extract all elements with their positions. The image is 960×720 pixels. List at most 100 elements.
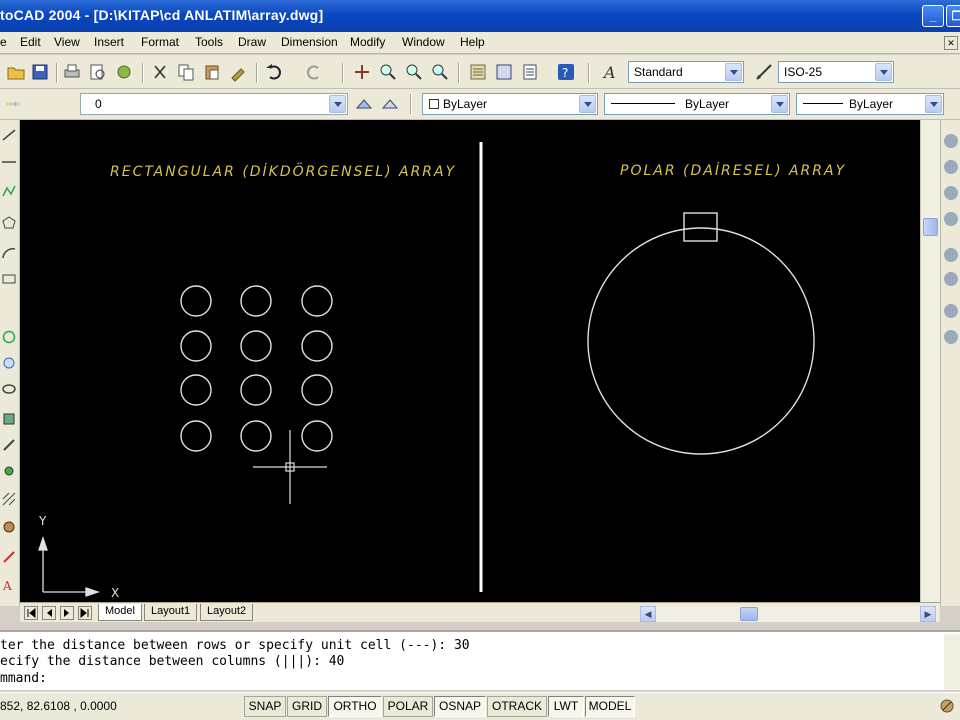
linetype-select[interactable]: ByLayer	[604, 93, 790, 115]
construction-line-icon[interactable]	[2, 154, 16, 168]
redo-icon[interactable]	[304, 62, 324, 82]
tab-model[interactable]: Model	[98, 604, 142, 621]
copy-icon[interactable]	[176, 62, 196, 82]
previous-tab-icon[interactable]	[42, 606, 56, 620]
save-icon[interactable]	[30, 62, 50, 82]
publish-icon[interactable]	[114, 62, 134, 82]
paste-icon[interactable]	[202, 62, 222, 82]
zoom-dynamic-icon[interactable]	[944, 160, 958, 174]
region-icon[interactable]	[2, 520, 16, 534]
polygon-icon[interactable]	[2, 216, 16, 230]
match-properties-icon[interactable]	[228, 62, 248, 82]
layer-previous-icon[interactable]	[380, 94, 400, 114]
chevron-down-icon[interactable]	[925, 95, 942, 113]
chevron-down-icon[interactable]	[875, 63, 892, 81]
first-tab-icon[interactable]	[24, 606, 38, 620]
tab-layout2[interactable]: Layout2	[200, 604, 254, 621]
next-tab-icon[interactable]	[60, 606, 74, 620]
line-icon[interactable]	[2, 128, 16, 142]
array-circle[interactable]	[180, 285, 212, 317]
color-select[interactable]: ByLayer	[422, 93, 598, 115]
zoom-realtime-icon[interactable]	[378, 62, 398, 82]
menu-dimension[interactable]: Dimension	[281, 35, 338, 49]
chevron-down-icon[interactable]	[329, 95, 346, 113]
insert-block-icon[interactable]	[2, 412, 16, 426]
array-circle[interactable]	[301, 420, 333, 452]
help-icon[interactable]: ?	[556, 62, 576, 82]
menu-help[interactable]: Help	[460, 35, 485, 49]
array-circle[interactable]	[240, 330, 272, 362]
menu-draw[interactable]: Draw	[238, 35, 266, 49]
zoom-previous-icon[interactable]	[430, 62, 450, 82]
layer-select[interactable]: 0	[80, 93, 348, 115]
grid-toggle[interactable]: GRID	[287, 696, 327, 717]
zoom-window-icon[interactable]	[404, 62, 424, 82]
menu-insert[interactable]: Insert	[94, 35, 124, 49]
menu-file[interactable]: e	[0, 35, 7, 49]
last-tab-icon[interactable]	[78, 606, 92, 620]
zoom-center-icon[interactable]	[944, 212, 958, 226]
communication-center-icon[interactable]	[938, 697, 956, 715]
coordinate-display[interactable]: 852, 82.6108 , 0.0000	[0, 699, 117, 713]
snap-toggle[interactable]: SNAP	[244, 696, 286, 717]
print-icon[interactable]	[62, 62, 82, 82]
minimize-button[interactable]: _	[922, 5, 944, 27]
zoom-in-icon[interactable]	[944, 248, 958, 262]
drawing-canvas[interactable]: RECTANGULAR (DİKDÖRGENSEL) ARRAY POLAR (…	[20, 120, 920, 602]
zoom-extents-icon[interactable]	[944, 330, 958, 344]
array-circle[interactable]	[301, 330, 333, 362]
point-icon[interactable]	[2, 464, 16, 478]
undo-icon[interactable]	[264, 62, 284, 82]
lwt-toggle[interactable]: LWT	[548, 696, 584, 717]
tool-palettes-icon[interactable]	[520, 62, 540, 82]
array-circle[interactable]	[301, 374, 333, 406]
scroll-right-icon[interactable]: ▶	[920, 606, 936, 622]
ellipse-icon[interactable]	[2, 382, 16, 396]
zoom-window-icon[interactable]	[944, 134, 958, 148]
text-style-select[interactable]: Standard	[628, 61, 744, 83]
array-circle[interactable]	[301, 285, 333, 317]
chevron-down-icon[interactable]	[579, 95, 596, 113]
polyline-icon[interactable]	[2, 184, 16, 198]
revision-cloud-icon[interactable]	[2, 356, 16, 370]
menu-format[interactable]: Format	[141, 35, 179, 49]
rectangle-icon[interactable]	[2, 272, 16, 286]
polar-toggle[interactable]: POLAR	[383, 696, 433, 717]
ortho-toggle[interactable]: ORTHO	[328, 696, 382, 717]
menu-edit[interactable]: Edit	[20, 35, 41, 49]
polar-rectangle[interactable]	[683, 212, 718, 242]
plot-preview-icon[interactable]	[88, 62, 108, 82]
arc-icon[interactable]	[2, 246, 16, 260]
dimension-style-select[interactable]: ISO-25	[778, 61, 894, 83]
array-circle[interactable]	[180, 420, 212, 452]
make-block-icon[interactable]	[2, 438, 16, 452]
command-scrollbar[interactable]	[944, 634, 960, 690]
properties-icon[interactable]	[468, 62, 488, 82]
menu-tools[interactable]: Tools	[195, 35, 223, 49]
array-circle[interactable]	[240, 285, 272, 317]
make-current-layer-icon[interactable]	[354, 94, 374, 114]
menu-view[interactable]: View	[54, 35, 80, 49]
pan-icon[interactable]	[352, 62, 372, 82]
menu-window[interactable]: Window	[402, 35, 445, 49]
design-center-icon[interactable]	[494, 62, 514, 82]
hatch-icon[interactable]	[2, 492, 16, 506]
array-circle[interactable]	[240, 374, 272, 406]
osnap-toggle[interactable]: OSNAP	[434, 696, 486, 717]
tab-layout1[interactable]: Layout1	[144, 604, 198, 621]
chevron-down-icon[interactable]	[771, 95, 788, 113]
otrack-toggle[interactable]: OTRACK	[487, 696, 547, 717]
zoom-scale-icon[interactable]	[944, 186, 958, 200]
horizontal-scrollbar[interactable]: ◀ ▶	[640, 606, 938, 622]
vertical-scrollbar[interactable]	[920, 120, 940, 602]
zoom-all-icon[interactable]	[944, 304, 958, 318]
scroll-left-icon[interactable]: ◀	[640, 606, 656, 622]
model-toggle[interactable]: MODEL	[585, 696, 635, 717]
restore-button[interactable]: ❐	[946, 5, 960, 27]
zoom-out-icon[interactable]	[944, 272, 958, 286]
circle-icon[interactable]	[2, 330, 16, 344]
array-circle[interactable]	[180, 330, 212, 362]
command-prompt[interactable]: mmand:	[0, 671, 47, 686]
vertical-scroll-thumb[interactable]	[923, 218, 938, 236]
menu-modify[interactable]: Modify	[350, 35, 385, 49]
